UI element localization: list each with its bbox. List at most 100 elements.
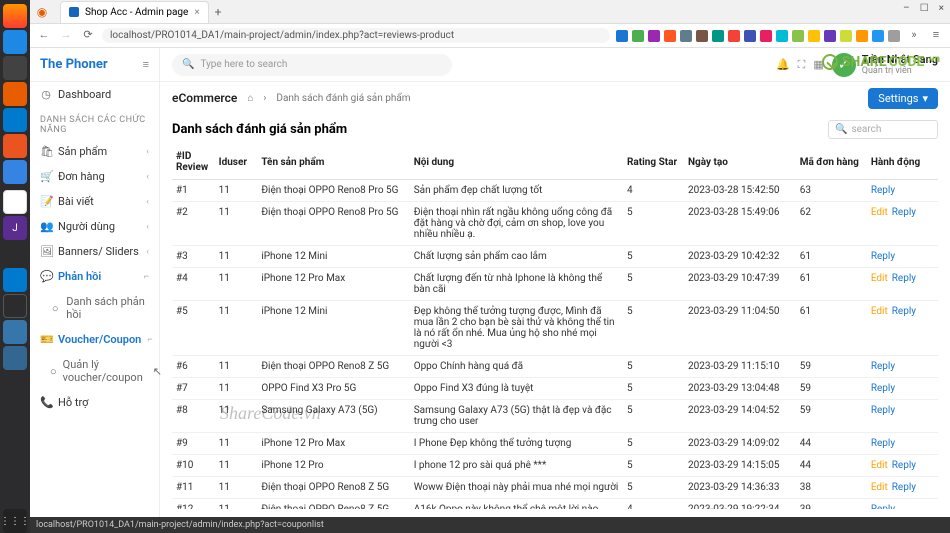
sidebar-support[interactable]: 📞 Hỗ trợ [30,390,159,415]
ext-icon[interactable] [872,30,884,42]
reload-icon[interactable]: ⟳ [80,28,96,44]
th-content[interactable]: Nội dung [410,145,623,180]
table-row: #11 11 Điện thoại OPPO Reno8 Z 5G Woww Đ… [172,477,938,499]
cell-id: #9 [172,433,215,455]
edit-link[interactable]: Edit [871,207,888,218]
menu-icon[interactable]: ≡ [928,28,944,44]
launcher-apps-grid-icon[interactable]: ⋮⋮⋮ [3,509,27,533]
cell-actions: Reply [867,246,938,268]
th-created[interactable]: Ngày tạo [684,145,796,180]
ext-icon[interactable] [696,30,708,42]
cell-product: iPhone 12 Pro [257,455,409,477]
url-input[interactable]: localhost/PRO1014_DA1/main-project/admin… [102,28,610,43]
launcher-jetbrains-icon[interactable]: J [3,216,27,240]
reply-link[interactable]: Reply [892,482,916,493]
sidebar-toggle-icon[interactable]: ≡ [143,58,149,71]
reply-link[interactable]: Reply [871,185,895,196]
reply-link[interactable]: Reply [871,383,895,394]
maximize-icon[interactable]: ⛶ [798,58,806,72]
ext-icon[interactable] [808,30,820,42]
sidebar-voucher[interactable]: 🎫 Voucher/Coupon ⌐ [30,327,159,352]
sidebar-voucher-manage[interactable]: ○ Quản lý voucher/coupon ↖ [30,352,159,390]
reply-link[interactable]: Reply [871,405,895,416]
global-search-input[interactable]: 🔍 Type here to search [172,54,452,76]
sidebar-dashboard[interactable]: ◷ Dashboard [30,82,159,107]
forward-icon[interactable]: → [58,28,74,44]
launcher-python-icon[interactable] [3,320,27,344]
th-user[interactable]: Iduser [215,145,258,180]
edit-link[interactable]: Edit [871,460,888,471]
launcher-generic-icon[interactable] [3,242,27,266]
ext-icon[interactable] [680,30,692,42]
ext-icon[interactable] [664,30,676,42]
ext-icon[interactable] [840,30,852,42]
overflow-icon[interactable]: » [906,28,922,44]
close-window-icon[interactable]: × [939,3,944,14]
ext-icon[interactable] [712,30,724,42]
reply-link[interactable]: Reply [871,251,895,262]
cell-product: Điện thoại OPPO Reno8 Pro 5G [257,202,409,246]
sidebar-item[interactable]: 🛒Đơn hàng‹ [30,164,159,189]
launcher-chrome-icon[interactable] [3,190,27,214]
home-icon[interactable]: ⌂ [247,93,253,104]
launcher-software-icon[interactable] [3,134,27,158]
ext-icon[interactable] [776,30,788,42]
reply-link[interactable]: Reply [871,504,895,509]
cell-actions: Edit Reply [867,301,938,356]
sidebar-item[interactable]: 📝Bài viết‹ [30,189,159,214]
new-tab-icon[interactable]: + [215,5,222,19]
th-id[interactable]: #ID Review [172,145,215,180]
ext-icon[interactable] [616,30,628,42]
ext-icon[interactable] [760,30,772,42]
reply-link[interactable]: Reply [892,207,916,218]
ext-icon[interactable] [888,30,900,42]
cell-order: 59 [796,356,867,378]
reply-link[interactable]: Reply [892,306,916,317]
th-rating[interactable]: Rating Star [623,145,684,180]
reply-link[interactable]: Reply [892,460,916,471]
maximize-icon[interactable]: ☐ [920,3,929,14]
th-product[interactable]: Tên sản phẩm [257,145,409,180]
launcher-code-icon[interactable] [3,108,27,132]
dot-icon: ○ [50,365,57,378]
sidebar-feedback-list[interactable]: ○ Danh sách phản hồi [30,289,159,327]
launcher-vscode-icon[interactable] [3,268,27,292]
tab-close-icon[interactable]: × [194,7,199,18]
reply-link[interactable]: Reply [871,438,895,449]
edit-link[interactable]: Edit [871,306,888,317]
ext-icon[interactable] [824,30,836,42]
th-actions[interactable]: Hành động [867,145,938,180]
edit-link[interactable]: Edit [871,273,888,284]
app-logo[interactable]: The Phoner [40,57,108,72]
minimize-icon[interactable]: – [903,3,910,14]
sidebar-feedback[interactable]: 💬 Phản hồi ⌐ [30,264,159,289]
launcher-help-icon[interactable] [3,160,27,184]
ext-icon[interactable] [632,30,644,42]
cell-content: Oppo Find X3 đúng là tuyệt [410,378,623,400]
reply-link[interactable]: Reply [892,273,916,284]
launcher-firefox-icon[interactable] [3,4,27,28]
launcher-postgres-icon[interactable] [3,346,27,370]
reply-link[interactable]: Reply [871,361,895,372]
ext-icon[interactable] [728,30,740,42]
firefox-menu-icon[interactable]: ◉ [30,5,54,19]
address-bar-row: ← → ⟳ localhost/PRO1014_DA1/main-project… [30,24,950,48]
ext-icon[interactable] [744,30,756,42]
back-icon[interactable]: ← [36,28,52,44]
launcher-terminal-icon[interactable] [3,294,27,318]
th-order[interactable]: Mã đơn hàng [796,145,867,180]
sidebar-item[interactable]: 👥Người dùng‹ [30,214,159,239]
ext-icon[interactable] [856,30,868,42]
launcher-app-icon[interactable] [3,82,27,106]
launcher-files-icon[interactable] [3,56,27,80]
browser-tab[interactable]: Shop Acc - Admin page × [60,1,209,23]
settings-button[interactable]: Settings ▾ [868,88,938,109]
table-search-input[interactable]: 🔍 search [828,120,938,139]
launcher-thunderbird-icon[interactable] [3,30,27,54]
sidebar-item[interactable]: 🖼Banners/ Sliders‹ [30,239,159,264]
ext-icon[interactable] [648,30,660,42]
sidebar-item[interactable]: 🛍Sản phẩm‹ [30,139,159,164]
notification-icon[interactable]: 🔔 [776,58,790,72]
ext-icon[interactable] [792,30,804,42]
edit-link[interactable]: Edit [871,482,888,493]
